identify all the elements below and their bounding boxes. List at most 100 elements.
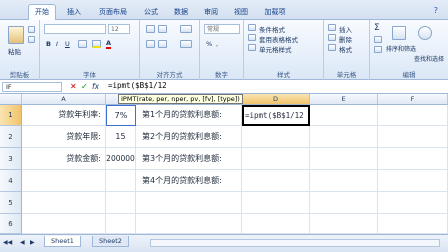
enter-icon[interactable]: ✓ <box>81 82 88 91</box>
clear-icon[interactable] <box>374 46 382 53</box>
cell-f2[interactable] <box>378 126 448 148</box>
align-top-icon[interactable] <box>146 25 155 33</box>
cell-d5[interactable] <box>242 192 310 214</box>
cell-d4[interactable] <box>242 170 310 192</box>
cell-a2[interactable]: 贷款年限: <box>22 126 106 148</box>
help-icon[interactable]: ? <box>434 6 438 15</box>
insert-cells-icon[interactable] <box>328 24 336 31</box>
fill-color-icon[interactable] <box>92 40 101 48</box>
font-size-select[interactable]: 12 <box>108 24 130 34</box>
column-header-d[interactable]: D <box>242 94 310 105</box>
cell-f6[interactable] <box>378 214 448 234</box>
conditional-format-button[interactable]: 条件格式 <box>259 24 285 34</box>
cell-b2[interactable]: 15 <box>106 126 136 148</box>
cell-b5[interactable] <box>106 192 136 214</box>
conditional-format-icon[interactable] <box>248 24 256 31</box>
prev-sheet-icon[interactable]: ◀ <box>20 239 25 246</box>
wrap-text-icon[interactable] <box>180 25 192 33</box>
format-as-table-button[interactable]: 套用表格格式 <box>259 34 298 44</box>
align-left-icon[interactable] <box>146 40 155 48</box>
underline-button[interactable]: U <box>65 40 70 48</box>
cancel-icon[interactable]: ✕ <box>70 82 77 91</box>
bold-button[interactable]: B <box>46 40 51 48</box>
cell-f1[interactable] <box>378 105 448 126</box>
cell-styles-button[interactable]: 单元格样式 <box>259 44 292 54</box>
cell-e6[interactable] <box>310 214 378 234</box>
cell-a6[interactable] <box>22 214 106 234</box>
comma-button[interactable]: , <box>216 40 218 48</box>
cut-icon[interactable] <box>28 26 35 33</box>
insert-function-icon[interactable]: fx <box>92 82 99 91</box>
cell-e5[interactable] <box>310 192 378 214</box>
align-middle-icon[interactable] <box>158 25 167 33</box>
tab-home[interactable]: 开始 <box>28 4 56 20</box>
format-cells-button[interactable]: 格式 <box>339 44 352 54</box>
column-header-f[interactable]: F <box>378 94 448 105</box>
cell-b6[interactable] <box>106 214 136 234</box>
cell-c1[interactable]: 第1个月的贷款利息额: <box>136 105 242 126</box>
row-header-4[interactable]: 4 <box>0 170 22 192</box>
column-header-a[interactable]: A <box>22 94 106 105</box>
tab-formulas[interactable]: 公式 <box>139 5 163 20</box>
name-box[interactable]: IF <box>2 82 62 92</box>
paste-icon[interactable] <box>8 26 24 44</box>
cell-f4[interactable] <box>378 170 448 192</box>
sheet-tab-sheet2[interactable]: Sheet2 <box>92 236 129 247</box>
find-select-icon[interactable] <box>418 26 432 40</box>
cell-d3[interactable] <box>242 148 310 170</box>
delete-cells-button[interactable]: 删除 <box>339 34 352 44</box>
fill-icon[interactable] <box>374 36 382 43</box>
tab-review[interactable]: 审阅 <box>199 5 223 20</box>
delete-cells-icon[interactable] <box>328 34 336 41</box>
cell-d6[interactable] <box>242 214 310 234</box>
sort-filter-icon[interactable] <box>392 26 406 40</box>
cell-f3[interactable] <box>378 148 448 170</box>
number-format-select[interactable]: 常规 <box>204 24 240 34</box>
horizontal-scrollbar[interactable] <box>150 239 440 247</box>
row-header-5[interactable]: 5 <box>0 192 22 214</box>
cell-a5[interactable] <box>22 192 106 214</box>
insert-cells-button[interactable]: 插入 <box>339 24 352 34</box>
tab-view[interactable]: 视图 <box>229 5 253 20</box>
cell-c2[interactable]: 第2个月的贷款利息额: <box>136 126 242 148</box>
cell-c4[interactable]: 第4个月的贷款利息额: <box>136 170 242 192</box>
format-as-table-icon[interactable] <box>248 34 256 41</box>
cell-b1[interactable]: 7% <box>106 105 136 126</box>
row-header-1[interactable]: 1 <box>0 105 22 126</box>
sheet-tab-sheet1[interactable]: Sheet1 <box>44 236 81 247</box>
next-sheet-icon[interactable]: ▶ <box>30 239 35 246</box>
cell-c3[interactable]: 第3个月的贷款利息额: <box>136 148 242 170</box>
cell-e2[interactable] <box>310 126 378 148</box>
select-all-corner[interactable] <box>0 94 22 105</box>
cell-e3[interactable] <box>310 148 378 170</box>
row-header-2[interactable]: 2 <box>0 126 22 148</box>
row-header-3[interactable]: 3 <box>0 148 22 170</box>
cell-c5[interactable] <box>136 192 242 214</box>
merge-cells-icon[interactable] <box>180 40 192 48</box>
cell-d2[interactable] <box>242 126 310 148</box>
column-header-e[interactable]: E <box>310 94 378 105</box>
italic-button[interactable]: I <box>56 40 58 48</box>
align-center-icon[interactable] <box>158 40 167 48</box>
tab-page-layout[interactable]: 页面布局 <box>93 5 133 20</box>
cell-b3[interactable]: 200000 <box>106 148 136 170</box>
row-header-6[interactable]: 6 <box>0 214 22 234</box>
cell-f5[interactable] <box>378 192 448 214</box>
cell-e4[interactable] <box>310 170 378 192</box>
cell-d1[interactable]: =ipmt($B$1/12 <box>242 105 310 126</box>
autosum-icon[interactable]: Σ <box>374 23 380 33</box>
font-color-icon[interactable]: A <box>106 39 112 49</box>
formula-input[interactable]: =ipmt($B$1/12 <box>108 81 167 90</box>
cell-a1[interactable]: 贷款年利率: <box>22 105 106 126</box>
cell-a4[interactable] <box>22 170 106 192</box>
cell-e1[interactable] <box>310 105 378 126</box>
tab-data[interactable]: 数据 <box>169 5 193 20</box>
copy-icon[interactable] <box>28 36 35 43</box>
tab-addins[interactable]: 加载项 <box>259 5 291 20</box>
cell-styles-icon[interactable] <box>248 44 256 51</box>
sort-filter-button[interactable]: 排序和筛选 <box>386 44 416 53</box>
paste-button-label[interactable]: 粘贴 <box>8 46 21 56</box>
font-name-select[interactable] <box>44 24 106 34</box>
border-icon[interactable] <box>78 40 87 48</box>
cell-b4[interactable] <box>106 170 136 192</box>
